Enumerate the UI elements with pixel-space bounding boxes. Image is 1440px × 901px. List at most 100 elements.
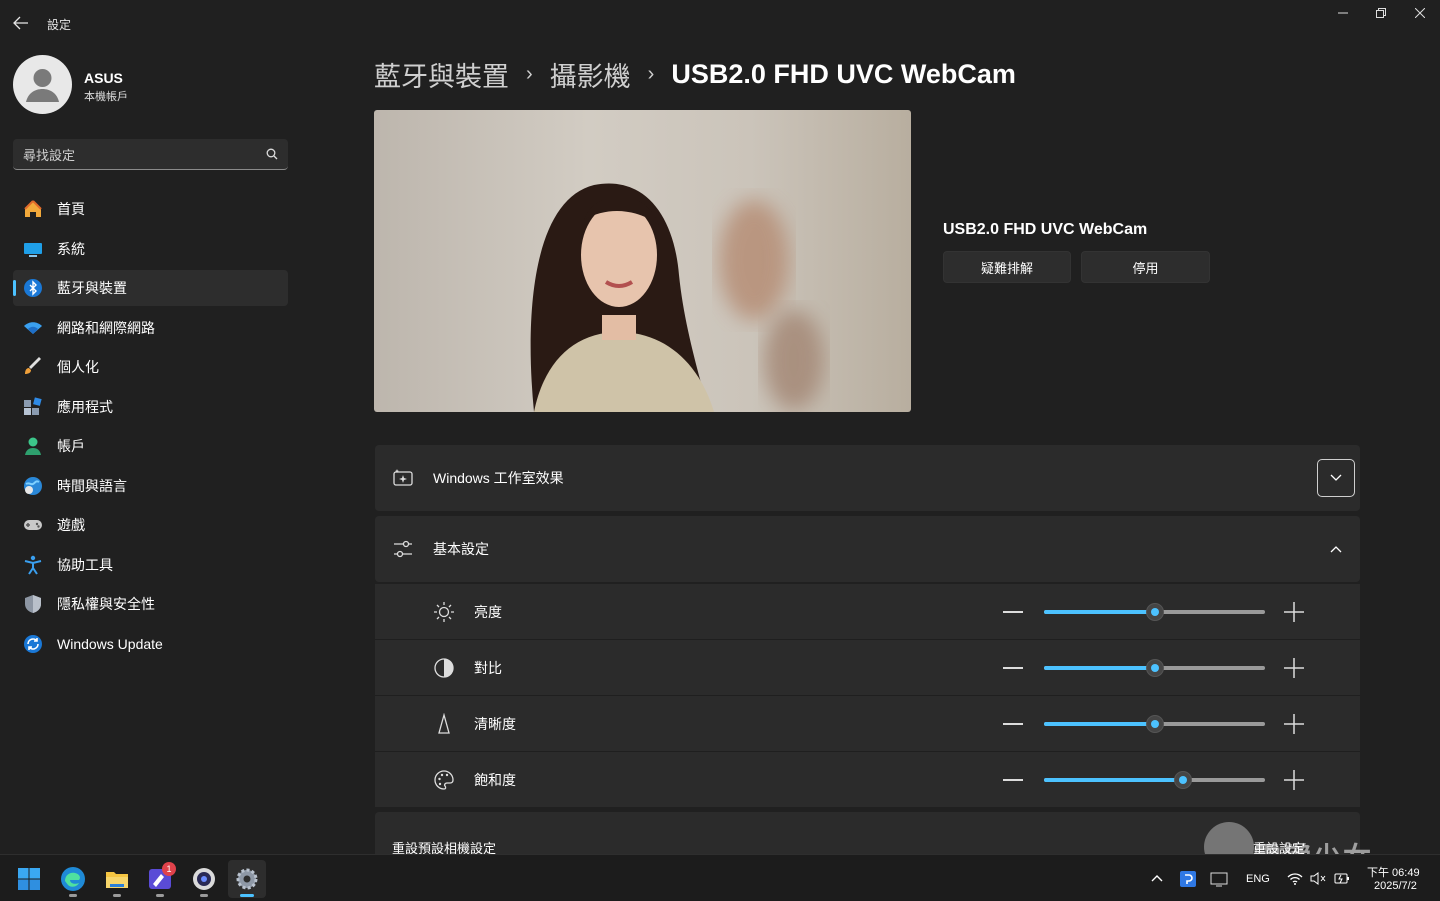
sharpness-decrease-button[interactable] — [1003, 722, 1023, 725]
start-button[interactable] — [10, 860, 48, 898]
shield-icon — [23, 594, 43, 614]
sidebar-item-label: Windows Update — [57, 635, 163, 652]
sidebar-item-gaming[interactable]: 遊戲 — [13, 507, 288, 543]
home-icon — [23, 199, 43, 219]
speaker-muted-icon[interactable] — [1310, 872, 1326, 885]
disable-button[interactable]: 停用 — [1081, 251, 1210, 283]
avatar[interactable] — [13, 55, 72, 114]
sidebar-item-accessibility[interactable]: 協助工具 — [13, 547, 288, 583]
screen-icon[interactable] — [1210, 871, 1228, 887]
account-type: 本機帳戶 — [84, 91, 128, 103]
sidebar-item-time-language[interactable]: 時間與語言 — [13, 468, 288, 504]
sliders-icon — [392, 538, 414, 560]
taskbar-settings[interactable] — [228, 860, 266, 898]
sidebar-item-label: 藍牙與裝置 — [57, 280, 127, 296]
restore-button[interactable] — [1362, 4, 1400, 22]
sharpness-increase-button[interactable] — [1283, 713, 1305, 735]
search-input[interactable]: 尋找設定 — [13, 139, 288, 170]
user-icon — [26, 69, 59, 102]
contrast-slider-thumb[interactable] — [1146, 658, 1164, 677]
taskbar-pen-app[interactable]: 1 — [141, 860, 179, 898]
battery-icon[interactable] — [1334, 872, 1350, 885]
running-indicator — [69, 894, 77, 897]
camera-preview-image — [530, 183, 824, 412]
app-title: 設定 — [47, 18, 72, 32]
saturation-slider-thumb[interactable] — [1174, 770, 1192, 789]
accessibility-icon — [23, 555, 43, 575]
sharpness-slider[interactable] — [1044, 714, 1265, 734]
search-placeholder: 尋找設定 — [23, 147, 76, 163]
clock-time[interactable]: 下午 06:49 — [1367, 864, 1420, 880]
notification-badge: 1 — [162, 862, 176, 876]
wifi-status-icon[interactable] — [1287, 872, 1303, 885]
sharpness-icon — [433, 712, 455, 735]
sidebar-item-bluetooth[interactable]: 藍牙與裝置 — [13, 270, 288, 306]
sidebar-item-accounts[interactable]: 帳戶 — [13, 428, 288, 464]
sidebar-item-home[interactable]: 首頁 — [13, 191, 288, 227]
breadcrumb-cameras[interactable]: 攝影機 — [550, 55, 631, 94]
brightness-slider-thumb[interactable] — [1146, 602, 1164, 621]
back-button[interactable] — [10, 12, 32, 34]
studio-effects-label: Windows 工作室效果 — [433, 470, 564, 486]
running-indicator — [156, 894, 164, 897]
saturation-label: 飽和度 — [474, 771, 516, 788]
chevron-down-icon — [1330, 474, 1342, 481]
sidebar-item-label: 遊戲 — [57, 517, 85, 533]
saturation-decrease-button[interactable] — [1003, 778, 1023, 781]
brightness-icon — [433, 601, 455, 623]
edge-icon — [61, 867, 85, 891]
contrast-icon — [433, 657, 455, 679]
taskbar-file-explorer[interactable] — [98, 860, 136, 898]
studio-effects-header: Windows 工作室效果 — [375, 445, 1360, 511]
input-language[interactable]: ENG — [1246, 873, 1270, 885]
taskbar-edge[interactable] — [54, 860, 92, 898]
sidebar-item-windows-update[interactable]: Windows Update — [13, 626, 288, 662]
breadcrumb-bluetooth-devices[interactable]: 藍牙與裝置 — [374, 55, 509, 94]
camera-preview — [374, 110, 911, 412]
running-indicator — [200, 894, 208, 897]
sidebar-item-privacy[interactable]: 隱私權與安全性 — [13, 586, 288, 622]
contrast-decrease-button[interactable] — [1003, 666, 1023, 669]
update-icon — [23, 634, 43, 654]
sidebar-item-apps[interactable]: 應用程式 — [13, 389, 288, 425]
minimize-button[interactable] — [1324, 4, 1362, 22]
studio-effects-expand-button[interactable] — [1317, 459, 1355, 497]
close-button[interactable] — [1401, 4, 1439, 22]
sidebar-item-personalization[interactable]: 個人化 — [13, 349, 288, 385]
sharpness-row: 清晰度 — [375, 696, 1360, 751]
contrast-row: 對比 — [375, 640, 1360, 695]
brightness-slider[interactable] — [1044, 602, 1265, 622]
palette-icon — [433, 769, 455, 791]
brightness-increase-button[interactable] — [1283, 601, 1305, 623]
studio-effects-card[interactable]: Windows 工作室效果 — [375, 445, 1360, 511]
gear-icon — [236, 868, 258, 890]
brush-icon — [23, 357, 43, 377]
bluetooth-icon — [23, 278, 43, 298]
sidebar-item-label: 隱私權與安全性 — [57, 596, 155, 612]
troubleshoot-button[interactable]: 疑難排解 — [943, 251, 1071, 283]
contrast-increase-button[interactable] — [1283, 657, 1305, 679]
windows-logo-icon — [18, 868, 40, 890]
saturation-slider[interactable] — [1044, 770, 1265, 790]
folder-icon — [106, 872, 128, 888]
brightness-decrease-button[interactable] — [1003, 610, 1023, 613]
sharpness-slider-thumb[interactable] — [1146, 714, 1164, 733]
saturation-increase-button[interactable] — [1283, 769, 1305, 791]
chevron-up-icon[interactable] — [1151, 874, 1163, 882]
close-icon — [1415, 8, 1425, 18]
basic-settings-card[interactable]: 基本設定 — [375, 516, 1360, 582]
clock-date[interactable]: 2025/7/2 — [1374, 880, 1417, 892]
chevron-right-icon: › — [526, 62, 533, 85]
sidebar-item-system[interactable]: 系統 — [13, 231, 288, 267]
sidebar-item-network[interactable]: 網路和網際網路 — [13, 310, 288, 346]
chevron-up-icon[interactable] — [1330, 545, 1342, 553]
sparkle-camera-icon — [392, 467, 414, 489]
tray-app-icon[interactable] — [1180, 871, 1196, 887]
contrast-slider[interactable] — [1044, 658, 1265, 678]
webcam-app-icon — [193, 868, 215, 890]
brightness-row: 亮度 — [375, 584, 1360, 639]
taskbar-camera-app[interactable] — [185, 860, 223, 898]
title-bar: 設定 — [0, 0, 1440, 46]
search-icon — [266, 148, 278, 160]
running-indicator — [240, 894, 254, 897]
